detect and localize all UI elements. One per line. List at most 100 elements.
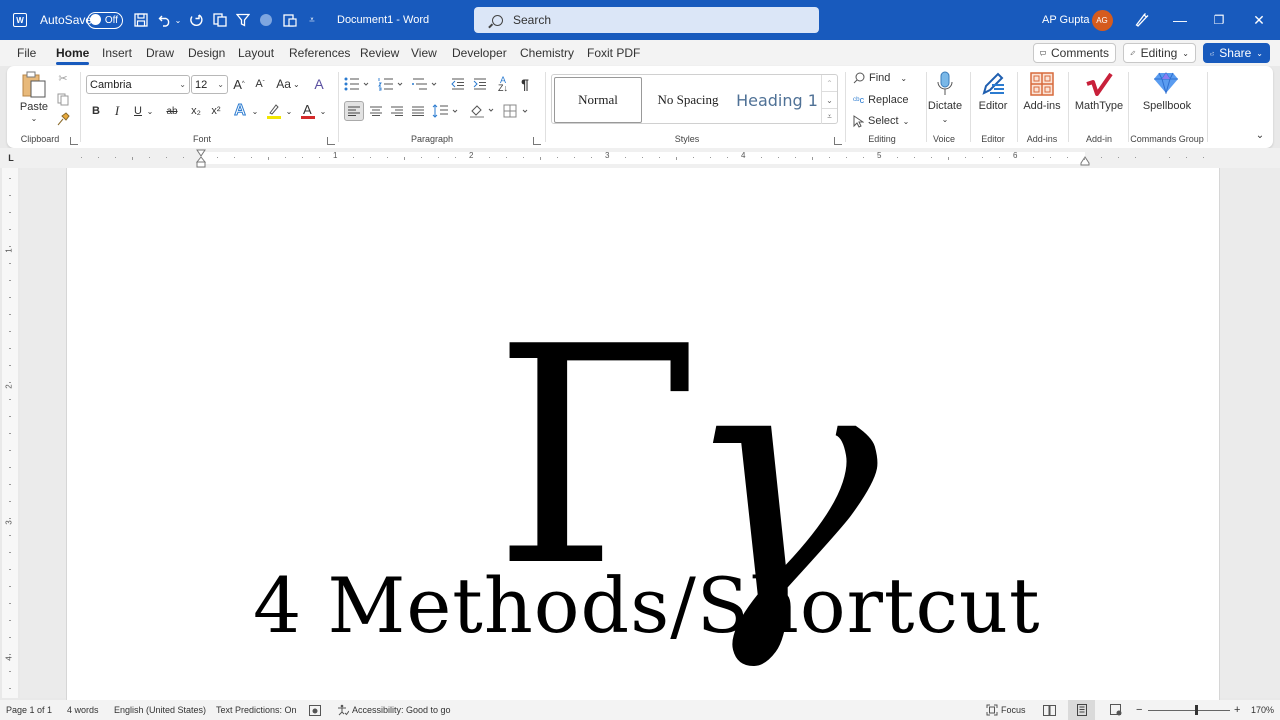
align-center-button[interactable] [367,102,385,120]
zoom-slider-thumb[interactable] [1195,705,1199,715]
zoom-out-button[interactable]: − [1136,700,1142,720]
clear-formatting-icon[interactable]: A [310,75,328,93]
editor-icon[interactable] [979,70,1007,98]
mathtype-button[interactable]: MathType [1071,100,1127,112]
restore-button[interactable]: ❐ [1201,0,1237,40]
text-predictions-status[interactable]: Text Predictions: On [216,700,297,720]
focus-button[interactable]: Focus [986,700,1026,720]
right-indent-marker-icon[interactable] [1079,154,1091,168]
style-normal[interactable]: Normal [554,77,642,123]
paste-icon[interactable] [19,71,49,99]
numbering-button[interactable] [378,75,406,93]
format-painter-icon[interactable] [55,111,71,127]
decrease-indent-icon[interactable] [450,75,466,93]
zoom-level[interactable]: 170% [1251,700,1274,720]
style-no-spacing[interactable]: No Spacing [644,77,732,123]
bold-button[interactable]: B [89,102,103,120]
document-heading-text[interactable]: 4 Methods/Shortcut [253,568,1041,644]
dictate-dropdown-icon[interactable]: ⌄ [940,114,950,124]
tab-developer[interactable]: Developer [452,40,507,66]
underline-dropdown-icon[interactable]: ⌄ [145,102,155,120]
user-name[interactable]: AP Gupta [1042,0,1090,40]
select-button[interactable]: Select ⌄ [853,112,911,130]
minimize-button[interactable]: — [1162,0,1198,40]
gallery-up-icon[interactable]: ⌃ [821,75,837,91]
strikethrough-button[interactable]: ab [163,102,181,120]
font-launcher-icon[interactable] [327,137,335,145]
editor-button[interactable]: Editor [973,100,1013,112]
macro-recording-icon[interactable] [309,700,321,720]
document-page[interactable]: Γ γ 4 Methods/Shortcut [66,168,1220,700]
editing-mode-button[interactable]: Editing ⌄ [1123,43,1196,63]
addins-icon[interactable] [1029,71,1055,97]
vertical-ruler[interactable]: 1 2 3 4 [2,168,18,698]
align-right-button[interactable] [388,102,406,120]
horizontal-ruler[interactable]: L 1 2 3 4 5 6 [0,148,1280,168]
accessibility-status[interactable]: Accessibility: Good to go [337,700,451,720]
zoom-in-button[interactable]: + [1234,700,1240,720]
web-layout-icon[interactable] [1107,700,1125,720]
designer-pen-icon[interactable] [1130,0,1154,40]
highlight-dropdown-icon[interactable]: ⌄ [284,102,294,120]
font-color-icon[interactable]: A [299,101,317,121]
zoom-slider[interactable] [1148,710,1230,711]
highlight-icon[interactable] [265,101,283,121]
copy-icon[interactable] [55,91,71,107]
autosave-toggle[interactable]: Off [87,0,123,40]
copy-icon[interactable] [210,0,230,40]
tab-selector-icon[interactable]: L [5,152,17,164]
text-effects-icon[interactable]: A [231,101,249,121]
borders-button[interactable] [503,102,531,120]
underline-button[interactable]: U [131,102,145,120]
print-layout-icon[interactable] [1068,700,1095,720]
undo-icon[interactable] [155,0,175,40]
spellbook-button[interactable]: Spellbook [1135,100,1199,112]
save-icon[interactable] [131,0,151,40]
tab-layout[interactable]: Layout [238,40,274,66]
bullets-button[interactable] [344,75,372,93]
tab-file[interactable]: File [17,40,36,66]
dictate-button[interactable]: Dictate [925,100,965,112]
styles-launcher-icon[interactable] [834,137,842,145]
gallery-down-icon[interactable]: ⌄ [821,91,837,108]
share-button[interactable]: Share ⌄ [1203,43,1270,63]
read-mode-icon[interactable] [1040,700,1058,720]
change-case-button[interactable]: Aa ⌄ [273,75,303,93]
addins-button[interactable]: Add-ins [1019,100,1065,112]
microphone-icon[interactable] [935,70,955,98]
spellbook-diamond-icon[interactable] [1152,70,1180,96]
subscript-button[interactable]: x₂ [188,102,204,120]
superscript-button[interactable]: x² [208,102,224,120]
text-effects-dropdown-icon[interactable]: ⌄ [250,102,260,120]
tab-insert[interactable]: Insert [102,40,132,66]
replace-button[interactable]: ᶜᵇc Replace [853,91,911,109]
close-button[interactable]: ✕ [1241,0,1277,40]
shrink-font-icon[interactable]: Aˇ [252,75,268,93]
justify-button[interactable] [409,102,427,120]
gallery-more-icon[interactable]: ⩡ [821,108,837,124]
tab-references[interactable]: References [289,40,350,66]
redo-icon[interactable] [186,0,206,40]
filter-icon[interactable] [233,0,253,40]
tab-foxit-pdf[interactable]: Foxit PDF [587,40,640,66]
page-count[interactable]: Page 1 of 1 [6,700,52,720]
shading-button[interactable] [469,102,497,120]
comments-button[interactable]: Comments [1033,43,1116,63]
indent-marker-icon[interactable] [195,148,207,168]
clipboard-icon[interactable] [280,0,300,40]
align-left-button[interactable] [344,101,364,121]
grow-font-icon[interactable]: A ^ [231,75,247,93]
paste-button[interactable]: Paste [17,100,51,114]
increase-indent-icon[interactable] [472,75,488,93]
tab-view[interactable]: View [411,40,437,66]
italic-button[interactable]: I [110,102,124,120]
word-count[interactable]: 4 words [67,700,99,720]
avatar[interactable]: AG [1091,0,1113,40]
paste-dropdown-icon[interactable]: ⌄ [27,113,41,123]
tab-design[interactable]: Design [188,40,225,66]
cut-icon[interactable]: ✂ [55,70,71,86]
tab-chemistry[interactable]: Chemistry [520,40,574,66]
multilevel-list-button[interactable] [412,75,440,93]
tab-home[interactable]: Home [56,40,90,66]
language-status[interactable]: English (United States) [114,700,206,720]
